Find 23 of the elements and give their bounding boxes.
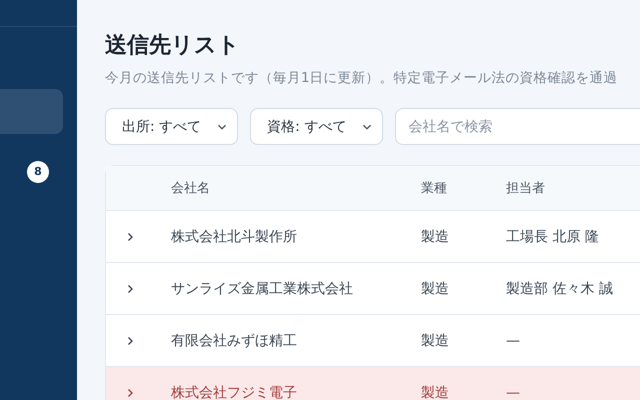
- table-cell-text: サンライズ金属工業株式会社: [171, 280, 354, 298]
- filter-dropdown[interactable]: 資格: すべて: [250, 108, 384, 145]
- table-cell-text: 有限会社みずほ精工: [171, 332, 298, 350]
- page-title: 送信先リスト: [105, 32, 241, 60]
- table-cell-text: 工場長 北原 隆: [506, 228, 600, 246]
- table-cell-text: 株式会社北斗製作所: [171, 228, 298, 246]
- sidebar-item[interactable]: 8: [0, 149, 63, 194]
- table-cell-text: 株式会社フジミ電子: [171, 384, 298, 400]
- page-description: 今月の送信先リストです（毎月1日に更新）。特定電子メール法の資格確認を通過: [105, 69, 619, 88]
- search-field[interactable]: 会社名で検索: [395, 108, 640, 145]
- column-header: 業種: [421, 180, 448, 197]
- count-badge: 8: [27, 160, 49, 182]
- table-cell-text: 製造: [421, 280, 450, 298]
- table-cell-text: 製造部 佐々木 誠: [506, 280, 614, 298]
- column-header: 担当者: [506, 180, 546, 197]
- filter-dropdown[interactable]: 出所: すべて: [105, 108, 238, 145]
- column-header: 会社名: [171, 180, 211, 197]
- table-cell-text: 製造: [421, 332, 450, 350]
- table-cell-text: 製造: [421, 384, 450, 400]
- table-cell-text: —: [506, 384, 521, 400]
- table-cell-text: 製造: [421, 228, 450, 246]
- flagged-row[interactable]: 株式会社フジミ電子 製造 —: [106, 367, 640, 400]
- table-cell-text: —: [506, 332, 521, 348]
